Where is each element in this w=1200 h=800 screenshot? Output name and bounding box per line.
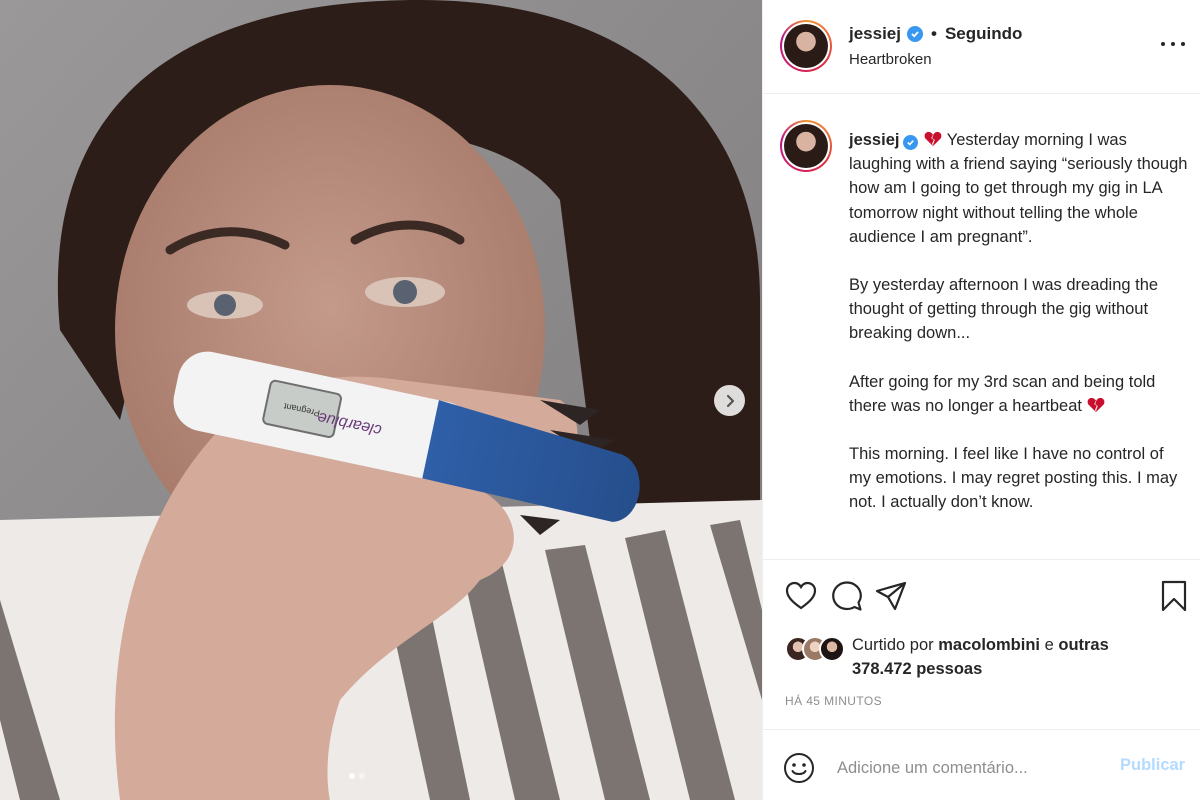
verified-icon <box>903 135 919 150</box>
caption-paragraph-1: Yesterday morning I was laughing with a … <box>849 131 1188 246</box>
avatar <box>819 636 845 662</box>
caption-username[interactable]: jessiej <box>849 131 899 149</box>
comment-box: Publicar <box>763 730 1200 800</box>
comment-input[interactable] <box>837 754 1107 782</box>
caption-paragraph-2: By yesterday afternoon I was dreading th… <box>849 276 1159 343</box>
post-timestamp[interactable]: HÁ 45 MINUTOS <box>785 694 882 708</box>
carousel-dot-active <box>349 773 355 779</box>
post-side-panel: jessiej • Seguindo Heartbroken jessiej Y… <box>762 0 1200 800</box>
heart-icon <box>785 581 817 610</box>
chevron-right-icon <box>726 394 734 407</box>
broken-heart-icon <box>925 131 942 147</box>
actions-section: Curtido por macolombini e outras 378.472… <box>763 560 1200 730</box>
separator: • <box>931 24 937 43</box>
post-media[interactable]: Pregnant clearblue <box>0 0 762 800</box>
liker-username[interactable]: macolombini <box>938 636 1040 654</box>
bookmark-icon <box>1161 580 1187 612</box>
broken-heart-icon <box>1087 397 1104 412</box>
verified-icon <box>907 26 923 42</box>
caption-paragraph-4: This morning. I feel like I have no cont… <box>849 445 1178 512</box>
emoji-icon <box>784 753 814 783</box>
author-line: jessiej • Seguindo <box>849 24 1022 44</box>
caption-paragraph-3: After going for my 3rd scan and being to… <box>849 372 1156 415</box>
caption-text: jessiej Yesterday morning I was laughing… <box>849 128 1189 515</box>
post-photo: Pregnant clearblue <box>0 0 762 800</box>
caption-section: jessiej Yesterday morning I was laughing… <box>763 94 1200 560</box>
share-icon <box>875 581 907 611</box>
more-options-button[interactable] <box>1161 34 1185 54</box>
author-username[interactable]: jessiej <box>849 24 901 44</box>
comment-button[interactable] <box>829 578 865 614</box>
following-button[interactable]: Seguindo <box>945 24 1022 44</box>
carousel-indicator <box>349 773 365 779</box>
more-icon <box>1161 42 1165 46</box>
carousel-dot <box>359 773 365 779</box>
likes-prefix: Curtido por <box>852 636 934 654</box>
carousel-next-button[interactable] <box>714 385 745 416</box>
publish-button[interactable]: Publicar <box>1120 756 1185 775</box>
author-avatar[interactable] <box>780 20 832 72</box>
liker-avatars[interactable] <box>785 636 845 662</box>
emoji-picker-button[interactable] <box>783 752 815 784</box>
instagram-post: Pregnant clearblue jessiej • Seguindo He… <box>0 0 1200 800</box>
comment-icon <box>832 581 862 611</box>
likes-joiner: e <box>1044 636 1054 654</box>
save-button[interactable] <box>1156 578 1192 614</box>
post-header: jessiej • Seguindo Heartbroken <box>763 0 1200 94</box>
location-link[interactable]: Heartbroken <box>849 51 932 68</box>
likes-text: Curtido por macolombini e outras 378.472… <box>852 633 1112 681</box>
likes-summary: Curtido por macolombini e outras 378.472… <box>785 633 1112 681</box>
caption-avatar[interactable] <box>780 120 832 172</box>
share-button[interactable] <box>873 578 909 614</box>
like-button[interactable] <box>783 578 819 614</box>
